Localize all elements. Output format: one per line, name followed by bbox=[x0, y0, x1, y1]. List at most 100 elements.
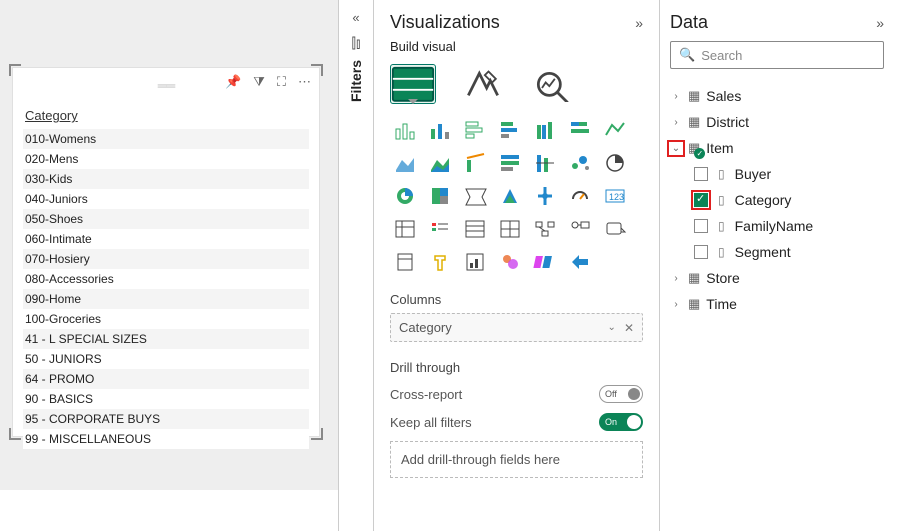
field-segment[interactable]: ▯Segment bbox=[694, 239, 884, 265]
table-row[interactable]: 050-Shoes bbox=[23, 209, 309, 229]
table-column-header[interactable]: Category bbox=[23, 104, 309, 127]
table-time[interactable]: ›▦Time bbox=[670, 291, 884, 317]
table-row[interactable]: 90 - BASICS bbox=[23, 389, 309, 409]
table-row[interactable]: 040-Juniors bbox=[23, 189, 309, 209]
viz-type-clustered-bar[interactable] bbox=[425, 116, 455, 144]
remove-field-icon[interactable]: ✕ bbox=[624, 321, 634, 335]
checkbox[interactable] bbox=[694, 245, 708, 259]
table-store[interactable]: ›▦Store bbox=[670, 265, 884, 291]
table-row[interactable]: 41 - L SPECIAL SIZES bbox=[23, 329, 309, 349]
format-visual-tab[interactable] bbox=[460, 64, 506, 104]
viz-type-decomposition-tree[interactable] bbox=[530, 215, 560, 243]
table-row[interactable]: 64 - PROMO bbox=[23, 369, 309, 389]
analytics-tab[interactable] bbox=[530, 64, 576, 104]
checkbox[interactable] bbox=[694, 219, 708, 233]
field-category[interactable]: ▯Category bbox=[694, 187, 884, 213]
data-title: Data bbox=[670, 12, 708, 33]
columns-field-well[interactable]: Category ⌄ ✕ bbox=[390, 313, 643, 342]
drag-handle-icon[interactable]: ══ bbox=[158, 78, 174, 93]
viz-type-card[interactable]: 123 bbox=[600, 182, 630, 210]
chevron-icon[interactable]: › bbox=[670, 117, 682, 128]
viz-type-key-influencers[interactable] bbox=[565, 215, 595, 243]
viz-type-stacked-bar[interactable] bbox=[390, 116, 420, 144]
viz-type-r-visual[interactable] bbox=[460, 248, 490, 276]
table-icon: ▦ bbox=[688, 114, 700, 130]
chevron-icon[interactable]: › bbox=[670, 299, 682, 310]
viz-type-100-stacked-bar[interactable] bbox=[530, 116, 560, 144]
table-item[interactable]: ⌄▦Item bbox=[670, 135, 884, 161]
pin-icon[interactable]: 📌 bbox=[225, 74, 241, 90]
table-row[interactable]: 50 - JUNIORS bbox=[23, 349, 309, 369]
table-row[interactable]: 99 - MISCELLANEOUS bbox=[23, 429, 309, 449]
viz-type-table[interactable] bbox=[460, 215, 490, 243]
viz-type-python-visual[interactable] bbox=[495, 248, 525, 276]
table-row[interactable]: 95 - CORPORATE BUYS bbox=[23, 409, 309, 429]
table-row[interactable]: 010-Womens bbox=[23, 129, 309, 149]
chevron-icon[interactable]: ⌄ bbox=[670, 143, 682, 154]
viz-type-area[interactable] bbox=[390, 149, 420, 177]
table-row[interactable]: 070-Hosiery bbox=[23, 249, 309, 269]
drill-through-dropzone[interactable]: Add drill-through fields here bbox=[390, 441, 643, 478]
viz-type-donut[interactable] bbox=[390, 182, 420, 210]
table-row[interactable]: 020-Mens bbox=[23, 149, 309, 169]
viz-type-kpi[interactable] bbox=[425, 215, 455, 243]
viz-type-matrix[interactable] bbox=[495, 215, 525, 243]
search-input[interactable]: 🔍 Search bbox=[670, 41, 884, 69]
viz-type-stacked-hbar[interactable] bbox=[460, 116, 490, 144]
more-options-icon[interactable]: ⋯ bbox=[298, 74, 311, 90]
viz-type-ribbon[interactable] bbox=[495, 149, 525, 177]
viz-type-power-automate[interactable] bbox=[565, 248, 595, 276]
viz-type-funnel[interactable] bbox=[460, 182, 490, 210]
search-icon: 🔍 bbox=[679, 47, 695, 63]
field-buyer[interactable]: ▯Buyer bbox=[694, 161, 884, 187]
viz-type-multi-card[interactable] bbox=[390, 215, 420, 243]
data-pane: Data » 🔍 Search ›▦Sales›▦District⌄▦Item▯… bbox=[660, 0, 896, 531]
keep-all-filters-toggle[interactable]: On bbox=[599, 413, 643, 431]
focus-mode-icon[interactable]: ⛶ bbox=[277, 74, 286, 90]
table-sales[interactable]: ›▦Sales bbox=[670, 83, 884, 109]
chart-icon: ⫿⫾ bbox=[339, 35, 373, 52]
table-row[interactable]: 060-Intimate bbox=[23, 229, 309, 249]
visualizations-title: Visualizations bbox=[390, 12, 500, 33]
table-district[interactable]: ›▦District bbox=[670, 109, 884, 135]
viz-type-map[interactable] bbox=[495, 182, 525, 210]
viz-type-gauge[interactable] bbox=[565, 182, 595, 210]
filters-pane-collapsed[interactable]: « ⫿⫾ Filters bbox=[338, 0, 374, 531]
table-row[interactable]: 030-Kids bbox=[23, 169, 309, 189]
viz-type-trophy[interactable] bbox=[425, 248, 455, 276]
viz-type-100-stacked-hbar[interactable] bbox=[565, 116, 595, 144]
report-canvas[interactable]: ══ 📌 ⧩ ⛶ ⋯ Category 010-Womens020-Mens03… bbox=[0, 0, 338, 490]
column-icon: ▯ bbox=[718, 167, 725, 181]
field-menu-icon[interactable]: ⌄ bbox=[608, 322, 616, 333]
viz-type-line-bar-combo[interactable] bbox=[460, 149, 490, 177]
column-icon: ▯ bbox=[718, 193, 725, 207]
checkbox[interactable] bbox=[694, 167, 708, 181]
expand-filters-icon[interactable]: « bbox=[339, 10, 373, 25]
collapse-visualizations-icon[interactable]: » bbox=[635, 15, 643, 31]
build-visual-tab[interactable] bbox=[390, 64, 436, 104]
viz-type-filled-map[interactable] bbox=[530, 182, 560, 210]
viz-type-pie[interactable] bbox=[600, 149, 630, 177]
filter-icon[interactable]: ⧩ bbox=[253, 74, 265, 90]
viz-type-power-apps[interactable] bbox=[530, 248, 560, 276]
table-row[interactable]: 080-Accessories bbox=[23, 269, 309, 289]
table-row[interactable]: 090-Home bbox=[23, 289, 309, 309]
table-visual[interactable]: ══ 📌 ⧩ ⛶ ⋯ Category 010-Womens020-Mens03… bbox=[12, 67, 320, 437]
field-familyname[interactable]: ▯FamilyName bbox=[694, 213, 884, 239]
viz-type-stacked-area[interactable] bbox=[425, 149, 455, 177]
viz-type-treemap[interactable] bbox=[425, 182, 455, 210]
viz-type-line[interactable] bbox=[600, 116, 630, 144]
cross-report-toggle[interactable]: Off bbox=[599, 385, 643, 403]
checkbox[interactable] bbox=[694, 193, 708, 207]
viz-type-scatter[interactable] bbox=[565, 149, 595, 177]
chevron-icon[interactable]: › bbox=[670, 91, 682, 102]
viz-type-paginated[interactable] bbox=[390, 248, 420, 276]
visualizations-pane: Visualizations » Build visual 123 Column… bbox=[374, 0, 660, 531]
viz-type-clustered-hbar[interactable] bbox=[495, 116, 525, 144]
table-row[interactable]: 100-Groceries bbox=[23, 309, 309, 329]
viz-type-waterfall[interactable] bbox=[530, 149, 560, 177]
collapse-data-icon[interactable]: » bbox=[876, 15, 884, 31]
viz-type-qa[interactable] bbox=[600, 215, 630, 243]
field-chip-category[interactable]: Category bbox=[399, 320, 452, 335]
chevron-icon[interactable]: › bbox=[670, 273, 682, 284]
